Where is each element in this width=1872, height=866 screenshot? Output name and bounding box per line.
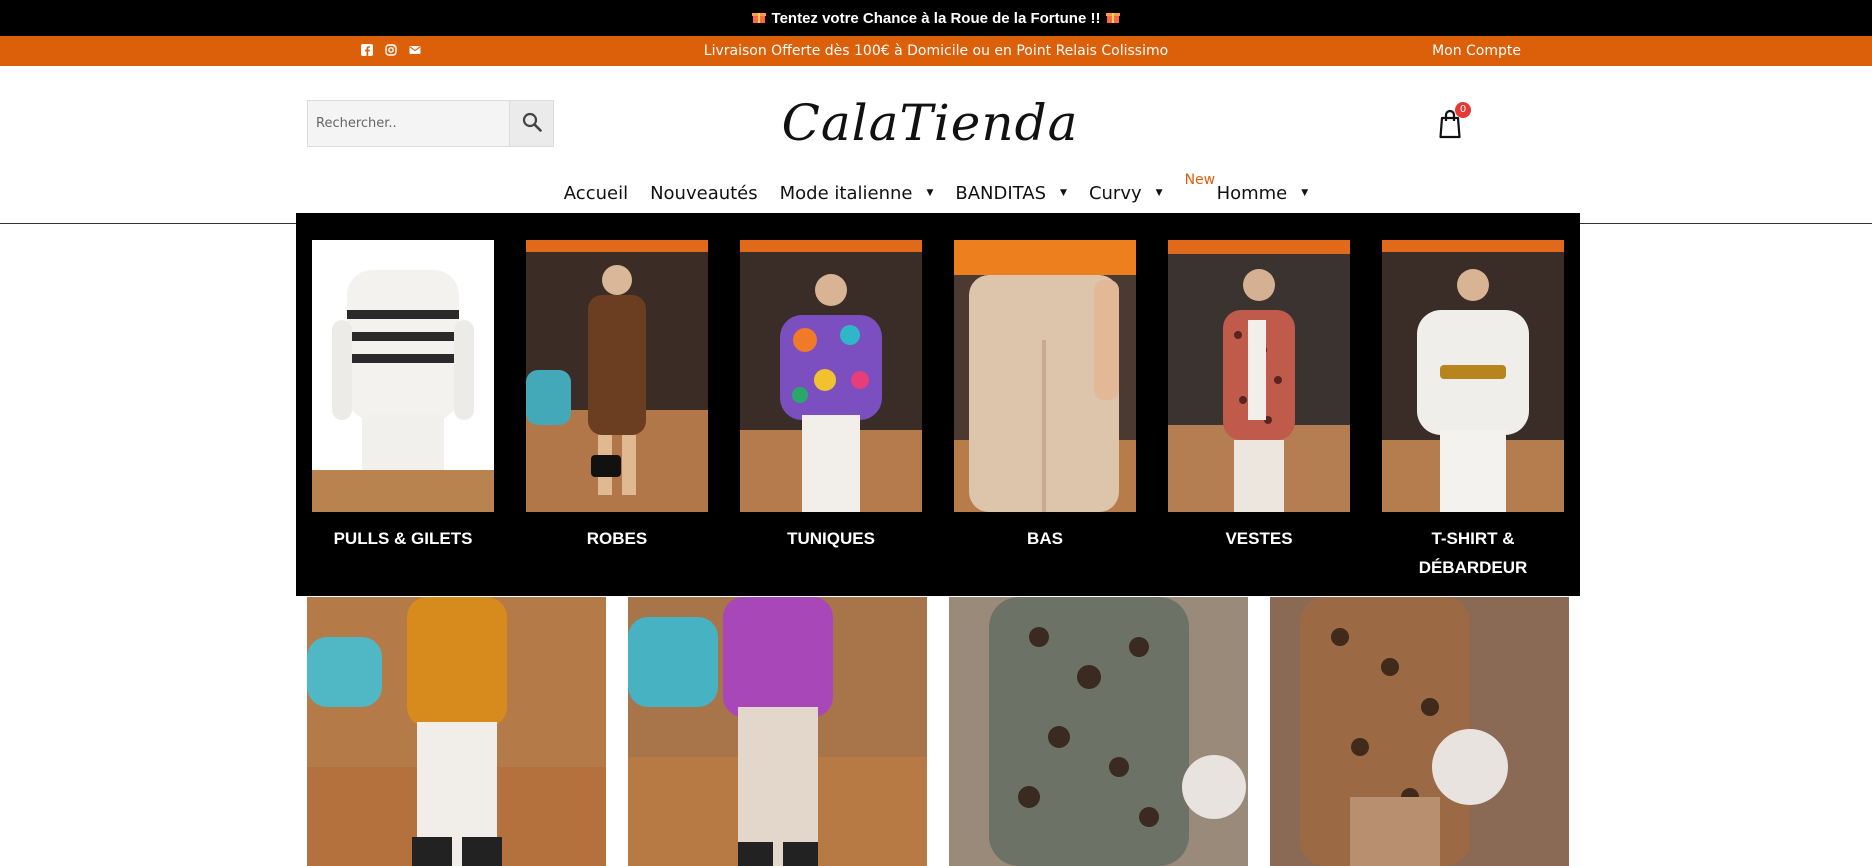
search-button[interactable] [509,101,553,146]
caret-down-icon: ▼ [1301,188,1309,198]
product-image [628,597,927,866]
caret-down-icon: ▼ [1060,188,1067,198]
info-bar: Livraison Offerte dès 100€ à Domicile ou… [0,36,1872,66]
product-card[interactable] [307,597,606,866]
nav-label: Curvy [1088,182,1142,204]
nav-item-banditas[interactable]: BANDITAS ▼ [955,178,1067,208]
nav-item-mode-italienne[interactable]: Mode italienne ▼ [780,178,934,208]
product-image [307,597,606,866]
category-label[interactable]: T-SHIRT & DÉBARDEUR [1382,524,1564,582]
nav-label: Homme [1216,182,1288,204]
caret-down-icon: ▼ [1155,188,1163,198]
shopping-bag-icon [1436,109,1464,144]
product-grid [307,597,1569,866]
shipping-notice: Livraison Offerte dès 100€ à Domicile ou… [703,43,1169,59]
gift-icon [1106,10,1121,27]
mega-category-bas[interactable]: BAS [954,240,1136,553]
my-account-link[interactable]: Mon Compte [1432,43,1521,59]
product-image [949,597,1248,866]
category-label[interactable]: TUNIQUES [740,524,922,553]
site-logo[interactable]: CalaTienda [780,88,1080,158]
category-image[interactable] [312,240,494,512]
new-badge: New [1184,172,1216,188]
nav-item-homme[interactable]: New Homme ▼ [1185,172,1309,208]
product-card[interactable] [1270,597,1569,866]
nav-item-curvy[interactable]: Curvy ▼ [1089,178,1163,208]
category-image[interactable] [526,240,708,512]
category-image[interactable] [1168,240,1350,512]
mega-category-tshirt-debardeur[interactable]: T-SHIRT & DÉBARDEUR [1382,240,1564,582]
search-form [307,100,554,147]
mega-category-robes[interactable]: ROBES [526,240,708,553]
mega-category-vestes[interactable]: VESTES [1168,240,1350,553]
nav-label: Accueil [563,182,629,204]
promo-text[interactable]: Tentez votre Chance à la Roue de la Fort… [772,10,1101,27]
category-label[interactable]: ROBES [526,524,708,553]
gift-icon [751,10,766,27]
caret-down-icon: ▼ [926,188,934,198]
category-image[interactable] [1382,240,1564,512]
search-icon [521,111,543,137]
nav-label: Mode italienne [779,182,913,204]
product-card[interactable] [949,597,1248,866]
category-label[interactable]: PULLS & GILETS [312,524,494,553]
nav-item-accueil[interactable]: Accueil [564,178,628,208]
category-image[interactable] [954,240,1136,512]
mega-menu: PULLS & GILETS ROBES TUNIQUES BAS VESTES… [296,213,1580,596]
promo-bar[interactable]: Tentez votre Chance à la Roue de la Fort… [0,0,1872,36]
search-input[interactable] [308,101,509,146]
nav-label: Nouveautés [650,182,758,204]
product-image [1270,597,1569,866]
category-label[interactable]: BAS [954,524,1136,553]
nav-label: BANDITAS [955,182,1047,204]
mega-category-pulls-gilets[interactable]: PULLS & GILETS [312,240,494,553]
product-card[interactable] [628,597,927,866]
nav-item-nouveautes[interactable]: Nouveautés [650,178,758,208]
category-image[interactable] [740,240,922,512]
cart-count-badge: 0 [1455,102,1471,118]
main-nav: Accueil Nouveautés Mode italienne ▼ BAND… [0,172,1872,208]
category-label[interactable]: VESTES [1168,524,1350,553]
mega-category-tuniques[interactable]: TUNIQUES [740,240,922,553]
